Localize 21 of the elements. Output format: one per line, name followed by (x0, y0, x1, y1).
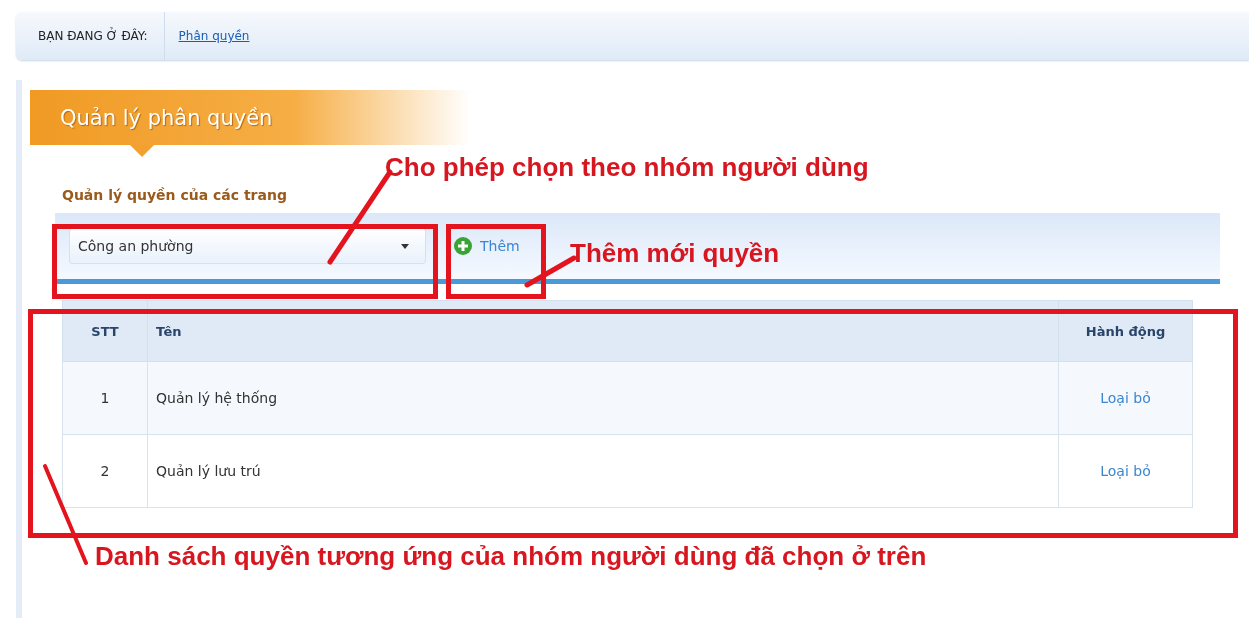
plus-icon (454, 237, 472, 255)
breadcrumb-label: BẠN ĐANG Ở ĐÂY: (16, 12, 165, 60)
add-button[interactable]: Thêm (454, 237, 520, 255)
table-cell: 2 (62, 434, 148, 508)
annotation-text: Thêm mới quyền (570, 238, 780, 269)
table-cell: Quản lý hệ thống (147, 361, 1059, 435)
remove-link[interactable]: Loại bỏ (1058, 434, 1193, 508)
annotation-text: Cho phép chọn theo nhóm người dùng (385, 152, 869, 183)
column-header: Hành động (1058, 300, 1193, 362)
group-select[interactable]: Công an phường (69, 228, 426, 264)
section-title: Quản lý quyền của các trang (62, 187, 288, 203)
column-header: STT (62, 300, 148, 362)
table-cell: 1 (62, 361, 148, 435)
panel-title: Quản lý phân quyền (59, 105, 273, 130)
remove-link[interactable]: Loại bỏ (1058, 361, 1193, 435)
caret-icon (401, 243, 409, 249)
column-header: Tên (147, 300, 1059, 362)
breadcrumb-link[interactable]: Phân quyền (178, 29, 250, 43)
pointer-icon (130, 145, 154, 157)
annotation-text: Danh sách quyền tương ứng của nhóm người dùng đã chọn ở trên (95, 541, 927, 572)
table-cell: Quản lý lưu trú (147, 434, 1059, 508)
